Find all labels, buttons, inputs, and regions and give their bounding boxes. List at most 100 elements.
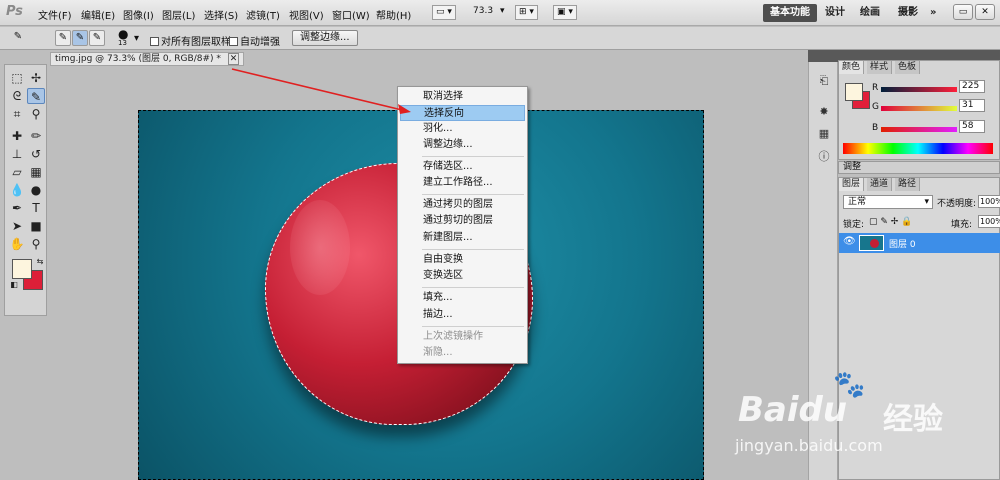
history-brush-tool-icon[interactable]: ↺ (27, 146, 45, 162)
menu-free-transform[interactable]: 自由变换 (400, 252, 525, 268)
shape-tool-icon[interactable]: ■ (27, 218, 45, 234)
menu-fade: 渐隐... (423, 347, 453, 358)
menu-select-inverse[interactable]: 选择反向 (400, 105, 525, 121)
healing-brush-tool-icon[interactable]: ✚ (8, 128, 26, 144)
color-spectrum-bar[interactable] (843, 143, 993, 154)
color-fg-swatch[interactable] (845, 83, 863, 101)
menu-make-work-path[interactable]: 建立工作路径... (400, 175, 525, 191)
layer-row[interactable]: 👁 图层 0 (839, 233, 1000, 253)
channel-g-slider[interactable] (881, 106, 957, 111)
document-tab[interactable]: timg.jpg @ 73.3% (图层 0, RGB/8#) * ✕ (50, 52, 245, 66)
workspace-design[interactable]: 设计 (825, 4, 845, 22)
brush-dropdown-icon[interactable]: ▾ (134, 33, 139, 44)
tab-swatches[interactable]: 色板 (895, 61, 921, 74)
gradient-tool-icon[interactable]: ▦ (27, 164, 45, 180)
info-panel-icon[interactable]: ⓘ (817, 150, 831, 164)
dodge-tool-icon[interactable]: ● (27, 182, 45, 198)
brush-size: 13 (118, 39, 127, 47)
move-tool-icon[interactable]: ✢ (27, 70, 45, 86)
menu-view[interactable]: 视图(V) (289, 7, 324, 22)
menu-filter[interactable]: 滤镜(T) (246, 7, 280, 22)
marquee-tool-icon[interactable]: ⬚ (8, 70, 26, 86)
menu-select[interactable]: 选择(S) (204, 7, 238, 22)
sample-all-layers-checkbox[interactable]: 对所有图层取样 (150, 33, 231, 48)
tab-layers[interactable]: 图层 (839, 178, 865, 191)
minimize-icon[interactable]: ▭ (953, 4, 973, 20)
pen-tool-icon[interactable]: ✒ (8, 200, 26, 216)
swap-colors-icon[interactable]: ⇆ (31, 254, 49, 270)
channel-r-value[interactable]: 225 (959, 80, 985, 93)
lock-icons[interactable]: ▢ ✎ ✢ 🔒 (869, 217, 912, 227)
tool-preset-picker-icon[interactable]: ✎ (10, 30, 26, 46)
add-to-selection-icon[interactable]: ✎ (72, 30, 88, 46)
menu-layer[interactable]: 图层(L) (162, 7, 195, 22)
menu-layer-via-cut[interactable]: 通过剪切的图层 (400, 213, 525, 229)
blend-mode-select[interactable]: 正常 ▾ (843, 195, 933, 209)
screen-mode-icon[interactable]: ▣ ▾ (553, 5, 577, 20)
menu-new-layer[interactable]: 新建图层... (400, 230, 525, 246)
menu-image[interactable]: 图像(I) (123, 7, 154, 22)
menu-stroke[interactable]: 描边... (400, 307, 525, 323)
zoom-dropdown-icon[interactable]: ▾ (497, 5, 508, 20)
tab-adjustments[interactable]: 调整 (843, 162, 861, 173)
foreground-color-swatch[interactable] (12, 259, 32, 279)
histogram-panel-icon[interactable]: ▦ (817, 127, 831, 141)
menu-window[interactable]: 窗口(W) (332, 7, 370, 22)
chevron-down-icon: ▾ (924, 197, 929, 207)
auto-enhance-checkbox[interactable]: 自动增强 (229, 33, 280, 48)
crop-tool-icon[interactable]: ⌗ (8, 106, 26, 122)
channel-b-slider[interactable] (881, 127, 957, 132)
panel-dock-header (838, 50, 1000, 60)
menu-edit[interactable]: 编辑(E) (81, 7, 115, 22)
brush-tool-icon[interactable]: ✏ (27, 128, 45, 144)
type-tool-icon[interactable]: T (27, 200, 45, 216)
menu-separator (422, 194, 524, 195)
channel-r-slider[interactable] (881, 87, 957, 92)
workspace-photography[interactable]: 摄影 (898, 4, 918, 22)
eraser-tool-icon[interactable]: ▱ (8, 164, 26, 180)
clone-stamp-tool-icon[interactable]: ⊥ (8, 146, 26, 162)
new-selection-icon[interactable]: ✎ (55, 30, 71, 46)
menu-fill[interactable]: 填充... (400, 290, 525, 306)
menu-transform-selection[interactable]: 变换选区 (400, 268, 525, 284)
menu-help[interactable]: 帮助(H) (376, 7, 411, 22)
menu-deselect[interactable]: 取消选择 (400, 89, 525, 105)
options-bar: ✎ ✎ ✎ ✎ ● 13 ▾ 对所有图层取样 自动增强 调整边缘... (0, 27, 1000, 50)
tab-paths[interactable]: 路径 (895, 178, 921, 191)
zoom-tool-icon[interactable]: ⚲ (27, 236, 45, 252)
blur-tool-icon[interactable]: 💧 (8, 182, 26, 198)
menu-save-selection[interactable]: 存储选区... (400, 159, 525, 175)
eyedropper-tool-icon[interactable]: ⚲ (27, 106, 45, 122)
menu-layer-via-copy[interactable]: 通过拷贝的图层 (400, 197, 525, 213)
default-colors-icon[interactable]: ◧ (5, 277, 23, 293)
menu-file[interactable]: 文件(F) (38, 7, 72, 22)
navigator-panel-icon[interactable]: ✸ (817, 105, 831, 119)
sample-all-layers-label: 对所有图层取样 (161, 37, 231, 48)
history-panel-icon[interactable]: ⎗ (817, 74, 831, 88)
tab-styles[interactable]: 样式 (867, 61, 893, 74)
tab-color[interactable]: 颜色 (839, 61, 865, 74)
path-selection-tool-icon[interactable]: ➤ (8, 218, 26, 234)
screen-mode-dropdown[interactable]: ▭ ▾ (432, 5, 456, 20)
visibility-eye-icon[interactable]: 👁 (843, 236, 856, 247)
channel-g-value[interactable]: 31 (959, 99, 985, 112)
fill-input[interactable]: 100% (978, 215, 1000, 228)
close-icon[interactable]: ✕ (975, 4, 995, 20)
workspace-painting[interactable]: 绘画 (860, 4, 880, 22)
menu-refine-edge[interactable]: 调整边缘... (400, 137, 525, 153)
close-document-icon[interactable]: ✕ (227, 53, 240, 65)
opacity-input[interactable]: 100% (978, 195, 1000, 208)
layer-name[interactable]: 图层 0 (889, 237, 916, 250)
more-workspaces-icon[interactable]: » (930, 4, 936, 22)
subtract-from-selection-icon[interactable]: ✎ (89, 30, 105, 46)
adjustments-panel-tab[interactable]: 调整 (838, 161, 1000, 174)
channel-b-value[interactable]: 58 (959, 120, 985, 133)
lasso-tool-icon[interactable]: ᘓ (8, 88, 26, 104)
menu-feather[interactable]: 羽化... (400, 121, 525, 137)
hand-tool-icon[interactable]: ✋ (8, 236, 26, 252)
arrange-documents-icon[interactable]: ⊞ ▾ (515, 5, 538, 20)
quick-selection-tool-icon[interactable]: ✎ (27, 88, 45, 104)
tab-channels[interactable]: 通道 (867, 178, 893, 191)
workspace-essentials[interactable]: 基本功能 (763, 4, 817, 22)
refine-edge-button[interactable]: 调整边缘... (292, 30, 358, 46)
